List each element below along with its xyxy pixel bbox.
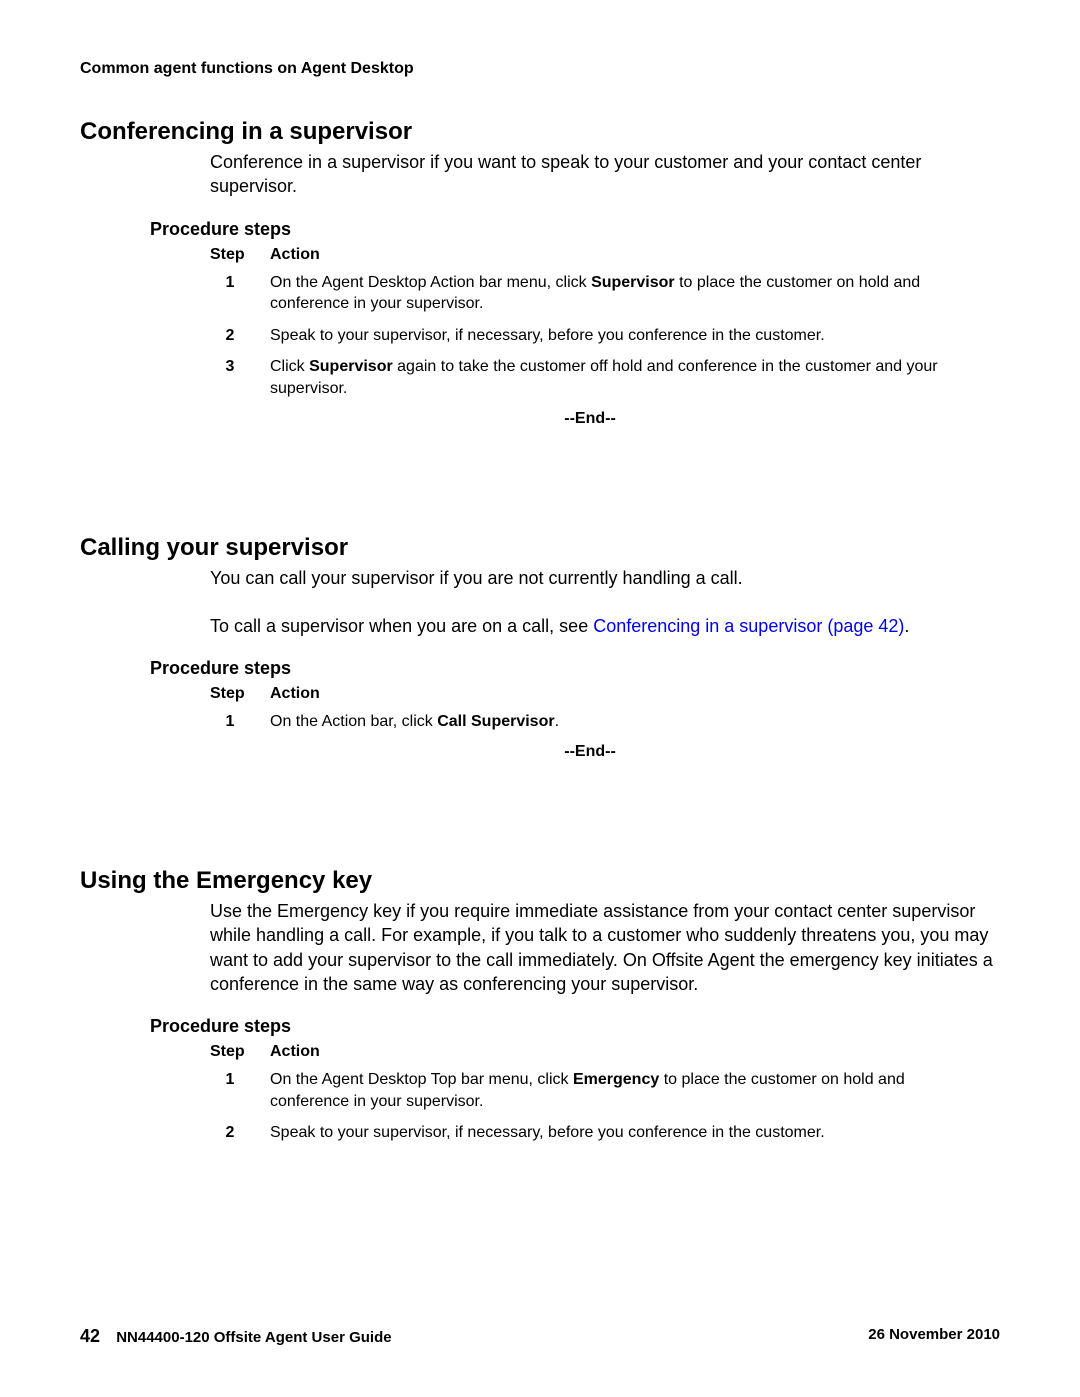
step-number: 3 xyxy=(210,356,270,399)
table-row: 2 Speak to your supervisor, if necessary… xyxy=(210,1122,970,1144)
steps-table: Step Action 1 On the Agent Desktop Actio… xyxy=(210,246,970,400)
table-header-row: Step Action xyxy=(210,685,970,703)
step-number: 1 xyxy=(210,272,270,315)
footer-left: 42 NN44400-120 Offsite Agent User Guide xyxy=(80,1326,392,1347)
procedure-heading: Procedure steps xyxy=(150,219,1000,240)
step-action: Speak to your supervisor, if necessary, … xyxy=(270,325,970,347)
procedure-heading: Procedure steps xyxy=(150,658,1000,679)
step-action: On the Action bar, click Call Supervisor… xyxy=(270,711,970,733)
steps-table: Step Action 1 On the Action bar, click C… xyxy=(210,685,970,733)
page: Common agent functions on Agent Desktop … xyxy=(0,0,1080,1397)
table-header-action: Action xyxy=(270,685,970,703)
page-number: 42 xyxy=(80,1326,100,1346)
step-action: Click Supervisor again to take the custo… xyxy=(270,356,970,399)
table-header-action: Action xyxy=(270,246,970,264)
section-body: Conference in a supervisor if you want t… xyxy=(210,150,1000,199)
steps-table: Step Action 1 On the Agent Desktop Top b… xyxy=(210,1043,970,1144)
step-action: On the Agent Desktop Top bar menu, click… xyxy=(270,1069,970,1112)
step-action: On the Agent Desktop Action bar menu, cl… xyxy=(270,272,970,315)
footer-date: 26 November 2010 xyxy=(868,1326,1000,1347)
table-header-step: Step xyxy=(210,685,270,703)
procedure-heading: Procedure steps xyxy=(150,1016,1000,1037)
table-row: 2 Speak to your supervisor, if necessary… xyxy=(210,325,970,347)
table-row: 1 On the Agent Desktop Top bar menu, cli… xyxy=(210,1069,970,1112)
section-body: Use the Emergency key if you require imm… xyxy=(210,899,1000,996)
table-row: 1 On the Agent Desktop Action bar menu, … xyxy=(210,272,970,315)
step-action: Speak to your supervisor, if necessary, … xyxy=(270,1122,970,1144)
step-number: 1 xyxy=(210,1069,270,1112)
table-row: 3 Click Supervisor again to take the cus… xyxy=(210,356,970,399)
section-heading: Using the Emergency key xyxy=(80,867,1000,895)
step-number: 2 xyxy=(210,325,270,347)
table-header-row: Step Action xyxy=(210,1043,970,1061)
table-header-step: Step xyxy=(210,246,270,264)
footer: 42 NN44400-120 Offsite Agent User Guide … xyxy=(80,1326,1000,1347)
table-header-row: Step Action xyxy=(210,246,970,264)
table-header-step: Step xyxy=(210,1043,270,1061)
section-body: You can call your supervisor if you are … xyxy=(210,566,1000,639)
table-row: 1 On the Action bar, click Call Supervis… xyxy=(210,711,970,733)
end-marker: --End-- xyxy=(210,410,970,428)
table-header-action: Action xyxy=(270,1043,970,1061)
doc-title: NN44400-120 Offsite Agent User Guide xyxy=(116,1329,391,1346)
section-heading: Calling your supervisor xyxy=(80,534,1000,562)
step-number: 1 xyxy=(210,711,270,733)
step-number: 2 xyxy=(210,1122,270,1144)
running-header: Common agent functions on Agent Desktop xyxy=(80,60,1000,78)
end-marker: --End-- xyxy=(210,743,970,761)
section-heading: Conferencing in a supervisor xyxy=(80,118,1000,146)
